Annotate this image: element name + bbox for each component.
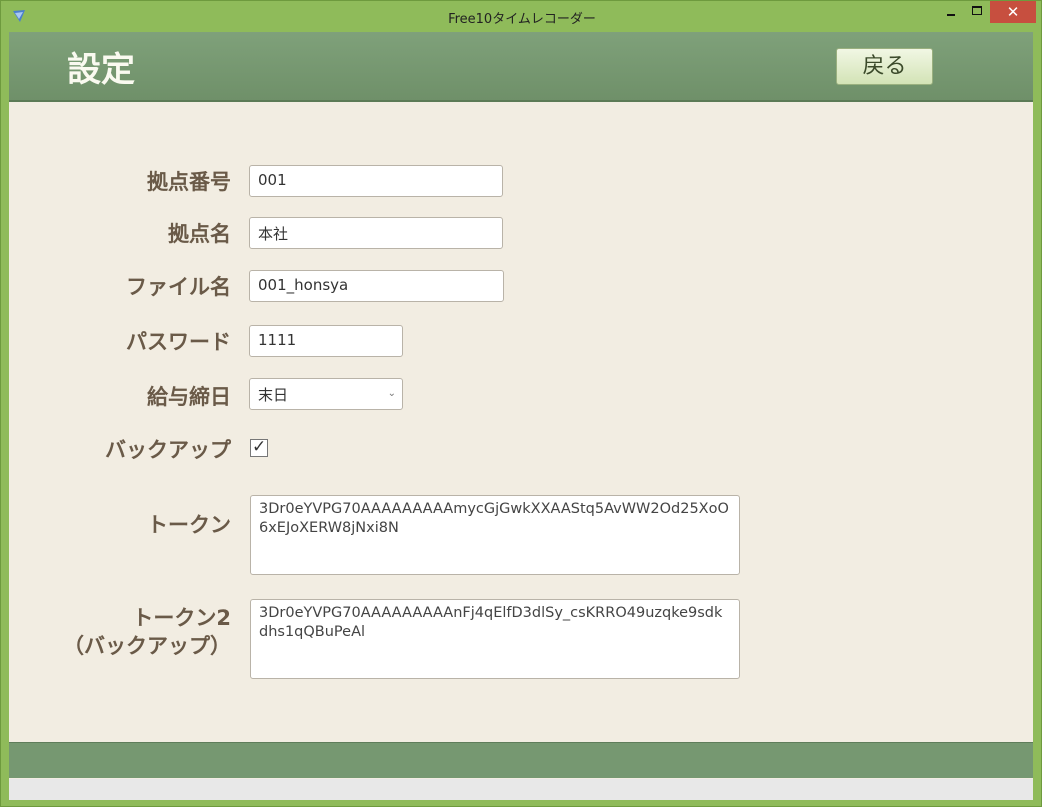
backup-label: バックアップ [105,438,231,462]
payroll-cutoff-label: 給与締日 [147,385,231,409]
page-title: 設定 [67,50,135,90]
close-button[interactable]: ✕ [990,1,1036,23]
password-label: パスワード [126,330,231,354]
file-name-input[interactable]: 001_honsya [249,270,504,302]
maximize-button[interactable] [964,1,990,23]
password-input[interactable]: 1111 [249,325,403,357]
status-bar [9,779,1033,800]
token2-label: トークン2 [132,606,231,630]
footer-bar [9,742,1033,778]
branch-name-label: 拠点名 [168,222,231,246]
token-textarea[interactable]: 3Dr0eYVPG70AAAAAAAAAmycGjGwkXXAAStq5AvWW… [250,495,740,575]
window-title: Free10タイムレコーダー [448,12,596,27]
payroll-cutoff-select[interactable]: 末日 ⌄ [249,378,403,410]
chevron-down-icon: ⌄ [387,388,396,399]
token2-sublabel: （バックアップ） [63,634,231,658]
page-header: 設定 戻る [9,32,1033,102]
token2-textarea[interactable]: 3Dr0eYVPG70AAAAAAAAAnFj4qElfD3dlSy_csKRR… [250,599,740,679]
app-window: Free10タイムレコーダー ✕ 設定 戻る 拠点番号 001 拠点名 本社 フ… [0,0,1042,807]
file-name-label: ファイル名 [126,275,231,299]
check-icon: ✓ [252,437,267,457]
back-button[interactable]: 戻る [836,48,933,85]
branch-number-label: 拠点番号 [147,170,231,194]
backup-checkbox[interactable]: ✓ [250,437,268,457]
branch-name-input[interactable]: 本社 [249,217,503,249]
close-icon: ✕ [1006,3,1020,21]
token-label: トークン [147,513,231,537]
minimize-button[interactable] [938,1,964,23]
minimize-icon [947,14,955,16]
maximize-icon [972,6,982,15]
payroll-cutoff-value: 末日 [258,386,289,404]
title-bar[interactable]: Free10タイムレコーダー ✕ [1,1,1042,31]
settings-page: 設定 戻る 拠点番号 001 拠点名 本社 ファイル名 001_honsya パ… [9,32,1033,800]
branch-number-input[interactable]: 001 [249,165,503,197]
